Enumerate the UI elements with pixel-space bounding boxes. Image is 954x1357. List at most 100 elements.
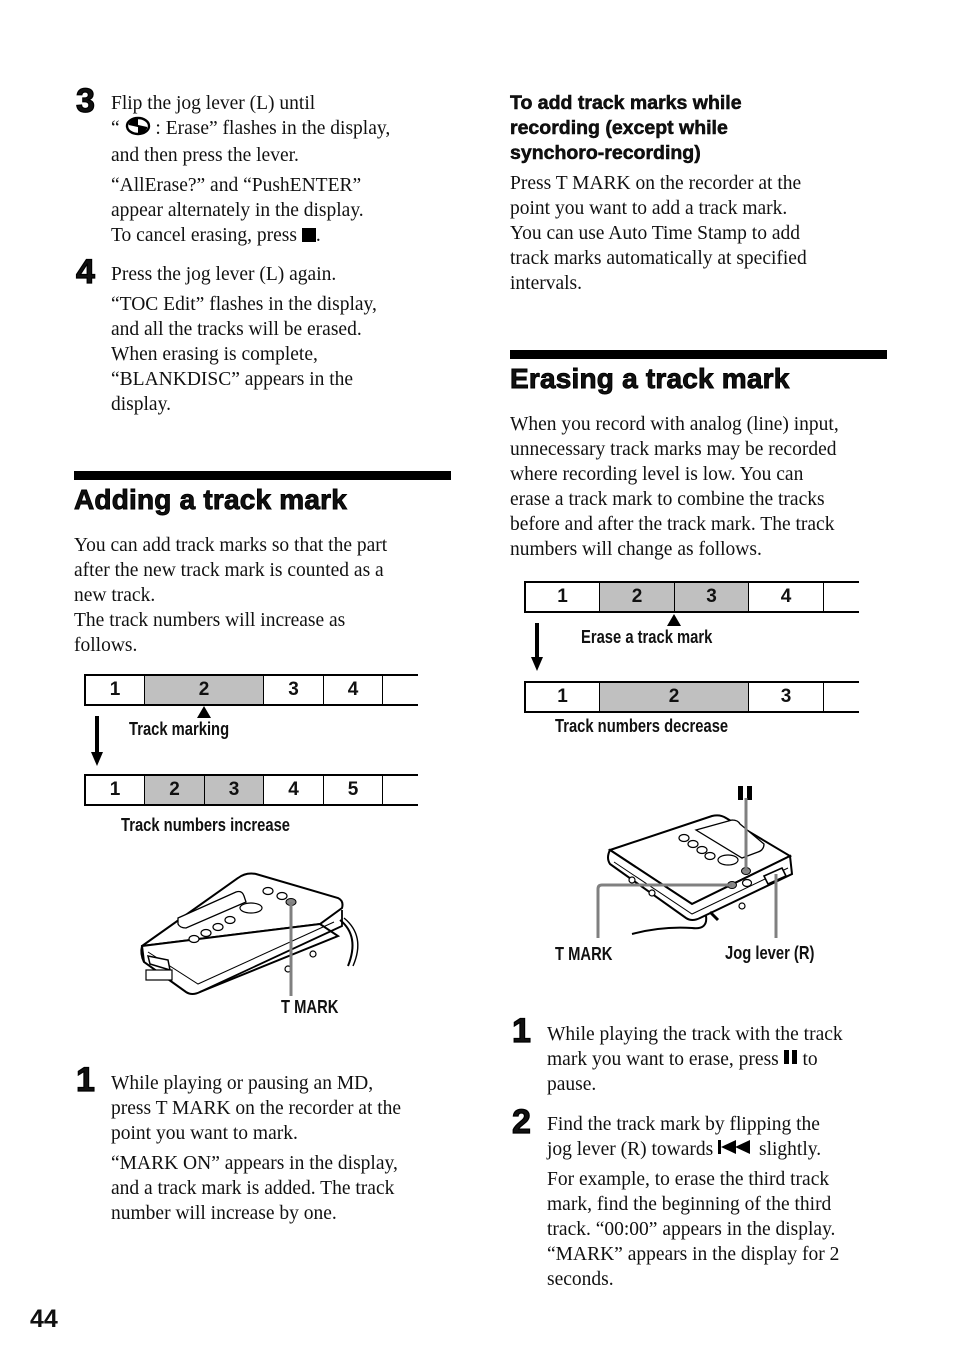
intro-line: before and after the track mark. The tra… bbox=[510, 514, 835, 535]
intro-line: new track. bbox=[74, 585, 156, 606]
track-cell-continuation bbox=[823, 683, 859, 711]
track-bar-after: 12345 bbox=[84, 774, 418, 806]
step-line: : Erase” flashes in the display, bbox=[150, 118, 391, 139]
intro-line: The track numbers will increase as bbox=[74, 610, 346, 631]
step-line: Press the jog lever (L) again. bbox=[111, 264, 337, 285]
track-cell-continuation bbox=[823, 583, 859, 611]
intro-line: You can add track marks so that the part bbox=[74, 535, 388, 556]
intro-line: erase a track mark to combine the tracks bbox=[510, 489, 825, 510]
step-note: For example, to erase the third track bbox=[547, 1169, 830, 1190]
intro-line: When you record with analog (line) input… bbox=[510, 414, 839, 435]
step-number: 1 bbox=[75, 1061, 95, 1099]
step-number: 2 bbox=[511, 1103, 531, 1141]
step-note: mark, find the beginning of the third bbox=[547, 1194, 832, 1215]
step-line: “ bbox=[111, 118, 120, 139]
track-cell-1: 1 bbox=[84, 776, 144, 804]
step-line: While playing or pausing an MD, bbox=[111, 1073, 374, 1094]
stop-icon bbox=[301, 227, 316, 242]
body-line: track marks automatically at specified bbox=[510, 248, 807, 269]
erasing-step-2-text: Find the track mark by flipping the jog … bbox=[547, 1112, 892, 1292]
step-line: While playing the track with the track bbox=[547, 1024, 843, 1045]
step-note: “TOC Edit” flashes in the display, bbox=[111, 294, 377, 315]
step-note: and a track mark is added. The track bbox=[111, 1178, 395, 1199]
track-cell-5: 5 bbox=[323, 776, 382, 804]
track-cell-2: 2 bbox=[144, 776, 204, 804]
step-3-text: Flip the jog lever (L) until “ : Erase” … bbox=[111, 91, 451, 248]
step-line: Flip the jog lever (L) until bbox=[111, 93, 316, 114]
callout-t-mark-right: T MARK bbox=[555, 944, 613, 964]
body-line: You can use Auto Time Stamp to add bbox=[510, 223, 801, 244]
step-note: “AllErase?” and “PushENTER” bbox=[111, 175, 362, 197]
md-recorder-illustration bbox=[138, 866, 368, 1006]
down-arrow-icon bbox=[91, 716, 103, 771]
intro-line: unnecessary track marks may be recorded bbox=[510, 439, 837, 460]
track-bar-before: 1234 bbox=[524, 581, 859, 613]
step-line: Find the track mark by flipping the bbox=[547, 1114, 820, 1135]
body-line: Press T MARK on the recorder at the bbox=[510, 173, 802, 194]
step-line: jog lever (R) towards bbox=[547, 1139, 719, 1160]
section-title-adding: Adding a track mark bbox=[74, 484, 348, 516]
intro-line: numbers will change as follows. bbox=[510, 539, 762, 560]
subsection-title-line: To add track marks while bbox=[510, 92, 742, 115]
track-cell-continuation bbox=[382, 776, 418, 804]
step-note: “MARK ON” appears in the display, bbox=[111, 1153, 398, 1174]
section-rule bbox=[510, 350, 887, 359]
intro-line: where recording level is low. You can bbox=[510, 464, 804, 485]
step-number: 3 bbox=[75, 82, 95, 120]
section-title-erasing: Erasing a track mark bbox=[510, 363, 790, 395]
track-cell-3: 3 bbox=[263, 676, 323, 704]
track-cell-3: 3 bbox=[748, 683, 823, 711]
track-cell-4: 4 bbox=[263, 776, 323, 804]
track-cell-3: 3 bbox=[674, 583, 748, 611]
step-line: mark you want to erase, press bbox=[547, 1049, 784, 1070]
subsection-title-line: recording (except while bbox=[510, 117, 728, 140]
step-note: seconds. bbox=[547, 1269, 614, 1290]
step-note: track. “00:00” appears in the display. bbox=[547, 1219, 836, 1240]
step-note: To cancel erasing, press bbox=[111, 225, 302, 247]
diagram-label-decrease: Track numbers decrease bbox=[555, 716, 729, 736]
track-cell-4: 4 bbox=[323, 676, 382, 704]
step-note: . bbox=[315, 225, 321, 247]
section-intro-adding: You can add track marks so that the part… bbox=[74, 533, 454, 658]
step-line: to bbox=[797, 1049, 818, 1070]
track-cell-continuation bbox=[382, 676, 418, 704]
erasing-step-1-text: While playing the track with the track m… bbox=[547, 1022, 892, 1097]
intro-line: follows. bbox=[74, 635, 138, 656]
track-cell-3: 3 bbox=[204, 776, 263, 804]
step-note: When erasing is complete, bbox=[111, 344, 318, 365]
track-cell-4: 4 bbox=[748, 583, 823, 611]
body-line: intervals. bbox=[510, 273, 583, 294]
callout-jog-lever-r: Jog lever (R) bbox=[725, 943, 815, 963]
track-cell-2: 2 bbox=[599, 683, 748, 711]
diagram-label-increase: Track numbers increase bbox=[121, 815, 291, 835]
track-bar-before: 1234 bbox=[84, 674, 418, 706]
track-cell-2: 2 bbox=[144, 676, 263, 704]
subsection-body-recording: Press T MARK on the recorder at the poin… bbox=[510, 171, 895, 296]
pause-icon bbox=[783, 1046, 798, 1071]
step-number: 4 bbox=[75, 253, 95, 291]
step-note: “BLANKDISC” appears in the bbox=[111, 369, 354, 390]
step-line: slightly. bbox=[754, 1139, 822, 1160]
step-line: and then press the lever. bbox=[111, 145, 299, 167]
section-rule bbox=[74, 471, 451, 480]
track-bar-after: 123 bbox=[524, 681, 859, 713]
section-intro-erasing: When you record with analog (line) input… bbox=[510, 412, 900, 562]
down-arrow-icon bbox=[531, 623, 543, 678]
adding-step-1-text: While playing or pausing an MD, press T … bbox=[111, 1071, 456, 1226]
diagram-label-erase: Erase a track mark bbox=[581, 627, 713, 647]
track-cell-2: 2 bbox=[599, 583, 674, 611]
md-recorder-illustration-right bbox=[592, 798, 802, 948]
step-number: 1 bbox=[511, 1012, 531, 1050]
step-note: appear alternately in the display. bbox=[111, 200, 364, 222]
track-cell-1: 1 bbox=[524, 583, 599, 611]
step-note: “MARK” appears in the display for 2 bbox=[547, 1244, 840, 1265]
step-4-text: Press the jog lever (L) again. “TOC Edit… bbox=[111, 262, 451, 417]
callout-t-mark-left: T MARK bbox=[281, 997, 339, 1017]
track-cell-1: 1 bbox=[84, 676, 144, 704]
body-line: point you want to add a track mark. bbox=[510, 198, 788, 219]
page-number: 44 bbox=[30, 1305, 58, 1333]
erase-disc-icon bbox=[125, 116, 151, 143]
step-note: number will increase by one. bbox=[111, 1203, 337, 1224]
step-line: pause. bbox=[547, 1074, 597, 1095]
step-line: point you want to mark. bbox=[111, 1123, 298, 1144]
